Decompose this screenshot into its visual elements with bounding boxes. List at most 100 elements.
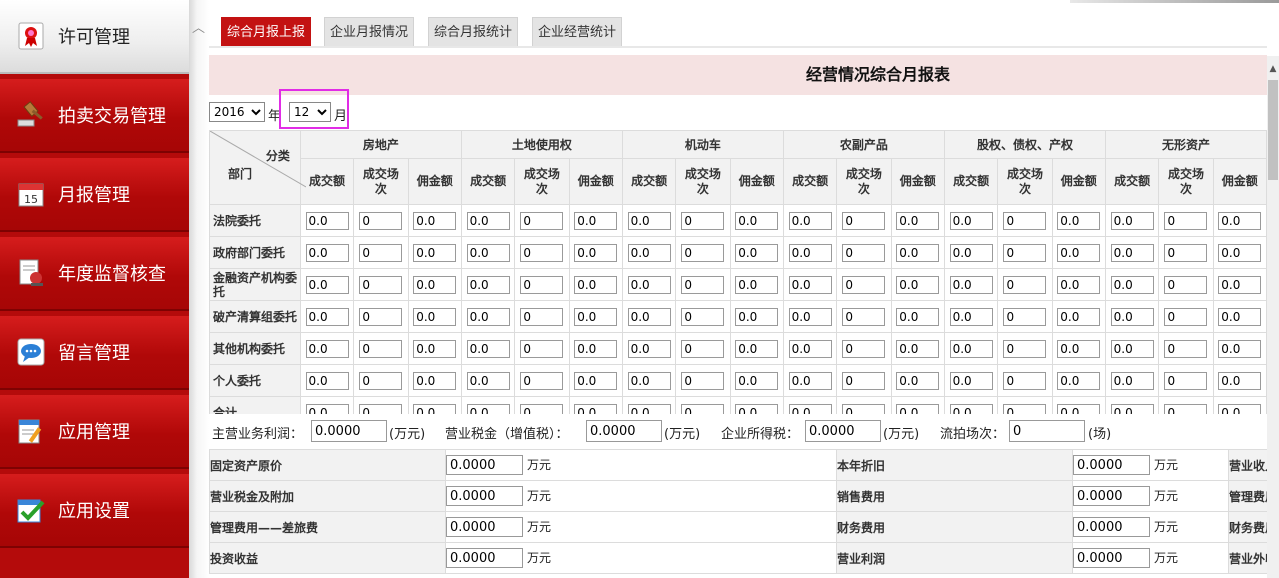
tab-monthly-report-submit[interactable]: 综合月报上报	[221, 17, 312, 46]
sidebar-item-license[interactable]: 许可管理	[0, 0, 189, 74]
cell-input[interactable]	[574, 243, 618, 262]
cell-input[interactable]	[574, 275, 618, 294]
cell-input[interactable]	[305, 339, 349, 358]
cell-input[interactable]	[1003, 403, 1047, 414]
cell-input[interactable]	[788, 211, 832, 230]
cell-input[interactable]	[949, 403, 993, 414]
finance-input[interactable]	[1073, 517, 1150, 537]
cell-input[interactable]	[305, 307, 349, 326]
cell-input[interactable]	[1218, 243, 1262, 262]
cell-input[interactable]	[1057, 211, 1101, 230]
sidebar-item-messages[interactable]: 留言管理	[0, 316, 189, 390]
cell-input[interactable]	[466, 275, 510, 294]
cell-input[interactable]	[788, 275, 832, 294]
tab-business-stats[interactable]: 企业经营统计	[532, 17, 623, 46]
vertical-scrollbar[interactable]: ▲	[1267, 56, 1279, 578]
cell-input[interactable]	[896, 403, 940, 414]
sidebar-item-apps[interactable]: 应用管理	[0, 395, 189, 469]
cell-input[interactable]	[520, 243, 564, 262]
cell-input[interactable]	[1110, 403, 1154, 414]
cell-input[interactable]	[681, 371, 725, 390]
cell-input[interactable]	[627, 243, 671, 262]
cell-input[interactable]	[842, 403, 886, 414]
cell-input[interactable]	[842, 371, 886, 390]
cell-input[interactable]	[1057, 339, 1101, 358]
summary-input[interactable]	[311, 420, 387, 442]
cell-input[interactable]	[574, 403, 618, 414]
cell-input[interactable]	[359, 339, 403, 358]
cell-input[interactable]	[574, 307, 618, 326]
cell-input[interactable]	[1110, 339, 1154, 358]
cell-input[interactable]	[681, 211, 725, 230]
finance-input[interactable]	[446, 548, 523, 568]
finance-input[interactable]	[446, 517, 523, 537]
cell-input[interactable]	[896, 307, 940, 326]
cell-input[interactable]	[896, 243, 940, 262]
cell-input[interactable]	[520, 211, 564, 230]
cell-input[interactable]	[949, 339, 993, 358]
cell-input[interactable]	[1003, 243, 1047, 262]
cell-input[interactable]	[627, 371, 671, 390]
cell-input[interactable]	[1110, 307, 1154, 326]
tab-company-monthly[interactable]: 企业月报情况	[324, 17, 415, 46]
cell-input[interactable]	[681, 403, 725, 414]
cell-input[interactable]	[466, 243, 510, 262]
cell-input[interactable]	[520, 275, 564, 294]
tab-monthly-stats[interactable]: 综合月报统计	[428, 17, 519, 46]
cell-input[interactable]	[520, 403, 564, 414]
cell-input[interactable]	[1164, 211, 1208, 230]
cell-input[interactable]	[413, 403, 457, 414]
cell-input[interactable]	[359, 307, 403, 326]
cell-input[interactable]	[1057, 307, 1101, 326]
cell-input[interactable]	[359, 211, 403, 230]
cell-input[interactable]	[735, 339, 779, 358]
summary-input[interactable]	[1009, 420, 1085, 442]
sidebar-item-annual-review[interactable]: 年度监督核查	[0, 237, 189, 311]
finance-input[interactable]	[446, 486, 523, 506]
cell-input[interactable]	[1110, 243, 1154, 262]
cell-input[interactable]	[413, 307, 457, 326]
cell-input[interactable]	[1003, 371, 1047, 390]
cell-input[interactable]	[949, 211, 993, 230]
cell-input[interactable]	[413, 371, 457, 390]
year-select[interactable]: 2016	[209, 102, 265, 122]
cell-input[interactable]	[842, 339, 886, 358]
cell-input[interactable]	[842, 275, 886, 294]
cell-input[interactable]	[466, 371, 510, 390]
cell-input[interactable]	[1164, 403, 1208, 414]
cell-input[interactable]	[949, 371, 993, 390]
summary-input[interactable]	[805, 420, 881, 442]
cell-input[interactable]	[359, 275, 403, 294]
cell-input[interactable]	[1110, 371, 1154, 390]
cell-input[interactable]	[681, 243, 725, 262]
cell-input[interactable]	[520, 371, 564, 390]
cell-input[interactable]	[1110, 211, 1154, 230]
cell-input[interactable]	[788, 403, 832, 414]
cell-input[interactable]	[949, 243, 993, 262]
cell-input[interactable]	[842, 211, 886, 230]
cell-input[interactable]	[681, 339, 725, 358]
cell-input[interactable]	[627, 307, 671, 326]
cell-input[interactable]	[1164, 371, 1208, 390]
cell-input[interactable]	[788, 371, 832, 390]
cell-input[interactable]	[466, 307, 510, 326]
cell-input[interactable]	[627, 275, 671, 294]
cell-input[interactable]	[1218, 403, 1262, 414]
cell-input[interactable]	[466, 339, 510, 358]
cell-input[interactable]	[1218, 371, 1262, 390]
chevron-up-icon[interactable]: ︿	[192, 17, 205, 36]
cell-input[interactable]	[305, 211, 349, 230]
cell-input[interactable]	[305, 371, 349, 390]
cell-input[interactable]	[788, 307, 832, 326]
cell-input[interactable]	[842, 243, 886, 262]
cell-input[interactable]	[574, 339, 618, 358]
cell-input[interactable]	[574, 211, 618, 230]
cell-input[interactable]	[466, 211, 510, 230]
cell-input[interactable]	[1003, 211, 1047, 230]
cell-input[interactable]	[735, 275, 779, 294]
sidebar-item-settings[interactable]: 应用设置	[0, 474, 189, 548]
cell-input[interactable]	[735, 403, 779, 414]
cell-input[interactable]	[627, 211, 671, 230]
cell-input[interactable]	[1057, 371, 1101, 390]
sidebar-item-auction[interactable]: 拍卖交易管理	[0, 79, 189, 153]
